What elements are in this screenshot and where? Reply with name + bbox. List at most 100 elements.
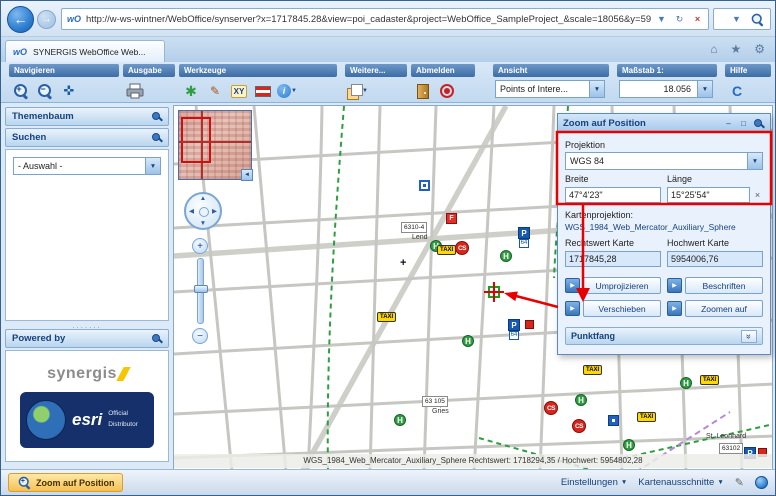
dialog-titlebar[interactable]: Zoom auf Position – □ (558, 114, 770, 133)
logout-button[interactable] (437, 80, 457, 102)
map-marker-plz[interactable]: 63 105 (422, 396, 448, 407)
flag-tool[interactable] (253, 80, 273, 102)
home-icon[interactable]: ⌂ (710, 42, 717, 56)
breite-input[interactable] (565, 187, 661, 203)
ansicht-select[interactable]: Points of Intere... ▼ (495, 80, 605, 98)
kartenausschnitte-menu[interactable]: Kartenausschnitte▼ (638, 477, 723, 488)
group-header-hilfe[interactable]: Hilfe (725, 64, 771, 77)
group-header-navigieren[interactable]: Navigieren (9, 64, 119, 77)
map-marker-sq-red[interactable] (525, 320, 534, 329)
dropdown-icon[interactable]: ▼ (747, 153, 762, 169)
browser-search-box[interactable]: ▼ (713, 8, 771, 30)
map-marker-plz[interactable]: 63102 (719, 443, 743, 454)
dialog-popout-button[interactable]: □ (737, 117, 750, 130)
more-tools-button[interactable]: ▼ (347, 80, 368, 102)
stop-icon[interactable]: × (690, 14, 705, 24)
search-dropdown-icon[interactable]: ▼ (729, 14, 744, 24)
clear-icon[interactable]: × (752, 190, 763, 200)
pin-icon[interactable] (151, 333, 162, 344)
pencil-icon[interactable]: ✎ (735, 476, 744, 489)
map-marker-taxi[interactable]: TAXI (700, 375, 719, 385)
help-button[interactable]: C (727, 80, 747, 102)
address-bar[interactable]: wO http://w-ws-wintner/WebOffice/synserv… (61, 8, 709, 30)
map-marker-taxi[interactable]: TAXI (637, 412, 656, 422)
back-button[interactable]: ← (7, 6, 34, 33)
dialog-minimize-button[interactable]: – (722, 117, 735, 130)
session-button[interactable] (413, 80, 433, 102)
laenge-input[interactable] (667, 187, 750, 203)
themenbaum-panel-header[interactable]: Themenbaum (5, 107, 169, 126)
map-marker-cs[interactable]: CS (455, 241, 469, 255)
identify-tool[interactable]: i▼ (277, 80, 297, 102)
projektion-select[interactable]: WGS 84 ▼ (565, 152, 763, 170)
map-marker-h[interactable]: H (575, 394, 587, 406)
dropdown-icon[interactable]: ▼ (697, 81, 712, 97)
zoom-slider[interactable] (197, 258, 204, 324)
map-marker-h[interactable]: H (462, 335, 474, 347)
forward-button[interactable]: → (37, 10, 56, 29)
zoom-in-tool[interactable]: + (11, 80, 31, 102)
powered-by-panel-header[interactable]: Powered by (5, 329, 169, 348)
tab-weboffice[interactable]: wO SYNERGIS WebOffice Web... (5, 40, 165, 62)
scale-select[interactable]: 18.056 ▼ (619, 80, 713, 98)
map-marker-h[interactable]: H (680, 377, 692, 389)
umprojizieren-button[interactable]: ▶ Umprojizieren (565, 277, 661, 294)
url-dropdown-icon[interactable]: ▼ (654, 14, 669, 24)
map-marker-label[interactable]: St. Leonhard (706, 433, 746, 440)
pan-down-icon[interactable]: ▼ (200, 220, 206, 227)
group-header-ansicht[interactable]: Ansicht (493, 64, 609, 77)
refresh-icon[interactable]: ↻ (672, 14, 687, 25)
map-marker-taxi[interactable]: TAXI (583, 365, 602, 375)
map-marker-target[interactable] (488, 286, 500, 298)
map-marker-cs[interactable]: CS (544, 401, 558, 415)
favorites-star-icon[interactable]: ★ (730, 42, 741, 56)
map-marker-sq-blue-filled[interactable] (608, 415, 619, 426)
zoom-in-button[interactable]: + (192, 238, 208, 254)
suchen-panel-header[interactable]: Suchen (5, 128, 169, 147)
map-marker-cross[interactable]: + (400, 257, 406, 269)
map-marker-h[interactable]: H (394, 414, 406, 426)
beschriften-button[interactable]: ▶ Beschriften (667, 277, 763, 294)
search-icon[interactable] (751, 12, 764, 25)
overview-toggle-button[interactable]: ◄ (241, 169, 253, 181)
map-marker-label[interactable]: Lend (412, 234, 428, 241)
map-marker-h[interactable]: H (623, 439, 635, 451)
url-text[interactable]: http://w-ws-wintner/WebOffice/synserver?… (86, 14, 651, 25)
pan-up-icon[interactable]: ▲ (200, 195, 206, 202)
map-marker-p[interactable]: P64 (518, 227, 530, 248)
verschieben-button[interactable]: ▶ Verschieben (565, 300, 661, 317)
map-marker-h[interactable]: H (500, 250, 512, 262)
collapse-chevrons-button[interactable]: » (741, 330, 757, 343)
punktfang-section-header[interactable]: Punktfang » (565, 327, 763, 345)
pan-right-icon[interactable]: ▶ (212, 207, 217, 215)
dropdown-icon[interactable]: ▼ (589, 81, 604, 97)
pan-tool[interactable]: ✜ (59, 80, 79, 102)
active-tool-button[interactable]: + Zoom auf Position (8, 473, 123, 492)
zoom-out-button[interactable]: − (192, 328, 208, 344)
map-marker-label[interactable]: Gries (432, 408, 449, 415)
print-tool[interactable] (125, 80, 145, 102)
search-select[interactable]: - Auswahl - ▼ (13, 157, 161, 175)
map-marker-p[interactable]: P64 (508, 319, 520, 340)
zoom-slider-handle[interactable] (194, 285, 208, 293)
map-marker-cs[interactable]: CS (572, 419, 586, 433)
hochwert-input[interactable] (667, 251, 763, 267)
map-marker-taxi[interactable]: TAXI (437, 245, 456, 255)
globe-icon[interactable] (755, 476, 768, 489)
group-header-abmelden[interactable]: Abmelden (411, 64, 475, 77)
xy-coordinate-tool[interactable]: XY (229, 80, 249, 102)
panel-splitter[interactable]: ....... (5, 321, 169, 329)
map-marker-sq-blue[interactable] (419, 180, 430, 191)
zoom-out-tool[interactable]: − (35, 80, 55, 102)
redline-tool[interactable]: ✱ (181, 80, 201, 102)
group-header-werkzeuge[interactable]: Werkzeuge (179, 64, 337, 77)
pin-icon[interactable] (151, 111, 162, 122)
dropdown-icon[interactable]: ▼ (145, 158, 160, 174)
map-marker-flag[interactable]: F (446, 213, 457, 224)
dialog-pin-button[interactable] (752, 117, 765, 130)
rechtswert-input[interactable] (565, 251, 661, 267)
map-marker-taxi[interactable]: TAXI (377, 312, 396, 322)
group-header-ausgabe[interactable]: Ausgabe (123, 64, 175, 77)
draw-tool[interactable]: ✎ (205, 80, 225, 102)
pan-left-icon[interactable]: ◀ (189, 207, 194, 215)
